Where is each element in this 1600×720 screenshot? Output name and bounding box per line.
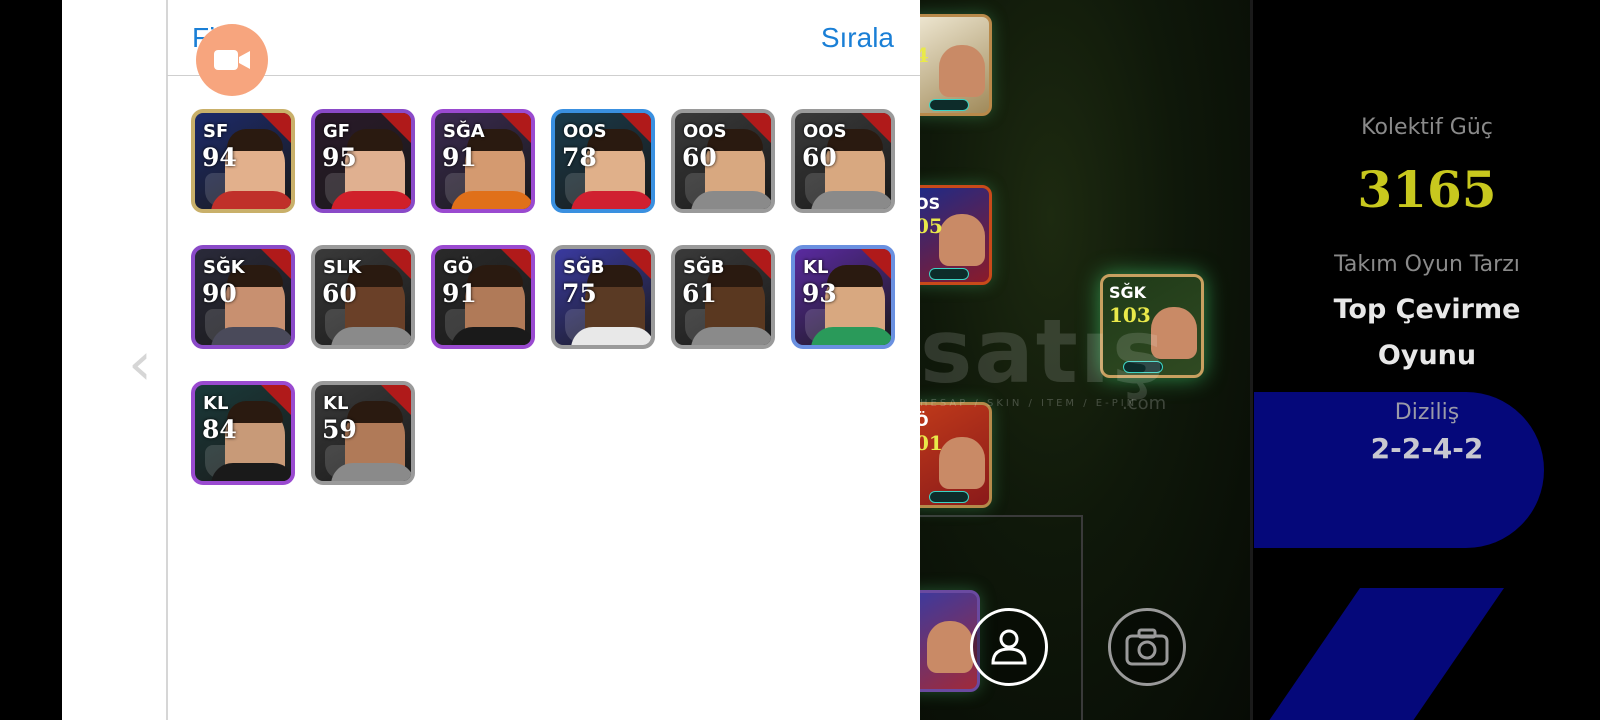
player-position: GF [323, 121, 351, 142]
team-info-panel: Kolektif Güç 3165 Takım Oyun Tarzı Top Ç… [1254, 0, 1600, 720]
player-card[interactable]: GF 95 [311, 109, 415, 213]
player-position: SF [203, 121, 229, 142]
player-card[interactable]: SF 94 [191, 109, 295, 213]
screen-record-button[interactable] [196, 24, 268, 96]
player-shirt [211, 191, 291, 209]
player-shirt [811, 327, 891, 345]
player-card[interactable]: SĞB 61 [671, 245, 775, 349]
player-rating: 78 [562, 143, 597, 172]
field-player-card[interactable]: Ö 01 [918, 402, 992, 508]
player-rating: 91 [442, 143, 477, 172]
collective-power-label: Kolektif Güç [1361, 115, 1493, 140]
player-face [939, 214, 985, 266]
person-icon [991, 629, 1027, 665]
team-playstyle-label: Takım Oyun Tarzı [1334, 252, 1520, 277]
player-position: OOS [803, 121, 847, 142]
player-rating: 90 [202, 279, 237, 308]
formation-label: Diziliş [1394, 400, 1460, 425]
avatar-button[interactable] [970, 608, 1048, 686]
player-shirt [211, 327, 291, 345]
player-shirt [691, 191, 771, 209]
player-shirt [331, 191, 411, 209]
watermark-logo: satış [920, 300, 1167, 403]
player-card[interactable]: SĞA 91 [431, 109, 535, 213]
player-face [939, 437, 985, 489]
skill-indicator [929, 491, 969, 503]
player-card[interactable]: OOS 78 [551, 109, 655, 213]
player-rating: 84 [202, 415, 237, 444]
player-position: OOS [683, 121, 727, 142]
player-position: SĞA [443, 121, 485, 142]
player-card[interactable]: SĞK 90 [191, 245, 295, 349]
player-position: SĞB [563, 257, 605, 278]
watermark-domain: .com [1122, 393, 1167, 414]
player-shirt [331, 327, 411, 345]
player-shirt [451, 191, 531, 209]
chevron-left-icon[interactable]: ‹ [128, 334, 152, 394]
player-position: KL [203, 393, 229, 414]
team-playstyle-value: Top Çevirme Oyunu [1333, 294, 1521, 371]
player-card[interactable]: OOS 60 [671, 109, 775, 213]
camera-button[interactable] [1108, 608, 1186, 686]
video-camera-icon [214, 50, 250, 70]
player-card[interactable]: SLK 60 [311, 245, 415, 349]
player-shirt [451, 327, 531, 345]
player-position: KL [323, 393, 349, 414]
player-rating: 95 [322, 143, 357, 172]
player-position: SĞB [683, 257, 725, 278]
pitch-edge [1250, 0, 1253, 720]
player-card[interactable]: SĞB 75 [551, 245, 655, 349]
skill-indicator [929, 268, 969, 280]
player-rating: 60 [322, 279, 357, 308]
field-position: OS [918, 194, 941, 213]
skill-indicator [929, 99, 969, 111]
player-shirt [571, 327, 651, 345]
field-rating: 01 [918, 431, 943, 455]
player-rating: 75 [562, 279, 597, 308]
camera-icon [1125, 628, 1169, 666]
player-position: GÖ [443, 257, 474, 278]
player-rating: 59 [322, 415, 357, 444]
panel-divider [166, 0, 168, 720]
player-position: OOS [563, 121, 607, 142]
player-position: KL [803, 257, 829, 278]
player-card[interactable]: KL 84 [191, 381, 295, 485]
player-rating: 60 [682, 143, 717, 172]
player-rating: 93 [802, 279, 837, 308]
player-card[interactable]: KL 93 [791, 245, 895, 349]
field-rating: 05 [918, 214, 943, 238]
player-position: SLK [323, 257, 362, 278]
collective-power-value: 3165 [1357, 160, 1497, 219]
player-rating: 91 [442, 279, 477, 308]
decorative-stripe [1264, 588, 1504, 720]
player-shirt [211, 463, 291, 481]
player-face [939, 45, 985, 97]
player-rating: 94 [202, 143, 237, 172]
player-position: SĞK [203, 257, 245, 278]
player-shirt [571, 191, 651, 209]
player-card[interactable]: KL 59 [311, 381, 415, 485]
player-rating: 60 [802, 143, 837, 172]
player-card[interactable]: GÖ 91 [431, 245, 535, 349]
player-shirt [691, 327, 771, 345]
player-rating: 61 [682, 279, 717, 308]
player-list-panel: Filtre Sırala ‹ [62, 0, 920, 720]
player-shirt [331, 463, 411, 481]
sort-button[interactable]: Sırala [821, 22, 894, 54]
formation-value[interactable]: 2-2-4-2 [1254, 432, 1600, 465]
field-player-card[interactable]: 4 [918, 14, 992, 116]
player-card[interactable]: OOS 60 [791, 109, 895, 213]
player-face [927, 621, 973, 673]
watermark-tagline: HESAP / SKIN / ITEM / E-PIN [920, 398, 1138, 409]
field-player-card[interactable]: OS 05 [918, 185, 992, 285]
header-divider [167, 75, 920, 76]
player-shirt [811, 191, 891, 209]
